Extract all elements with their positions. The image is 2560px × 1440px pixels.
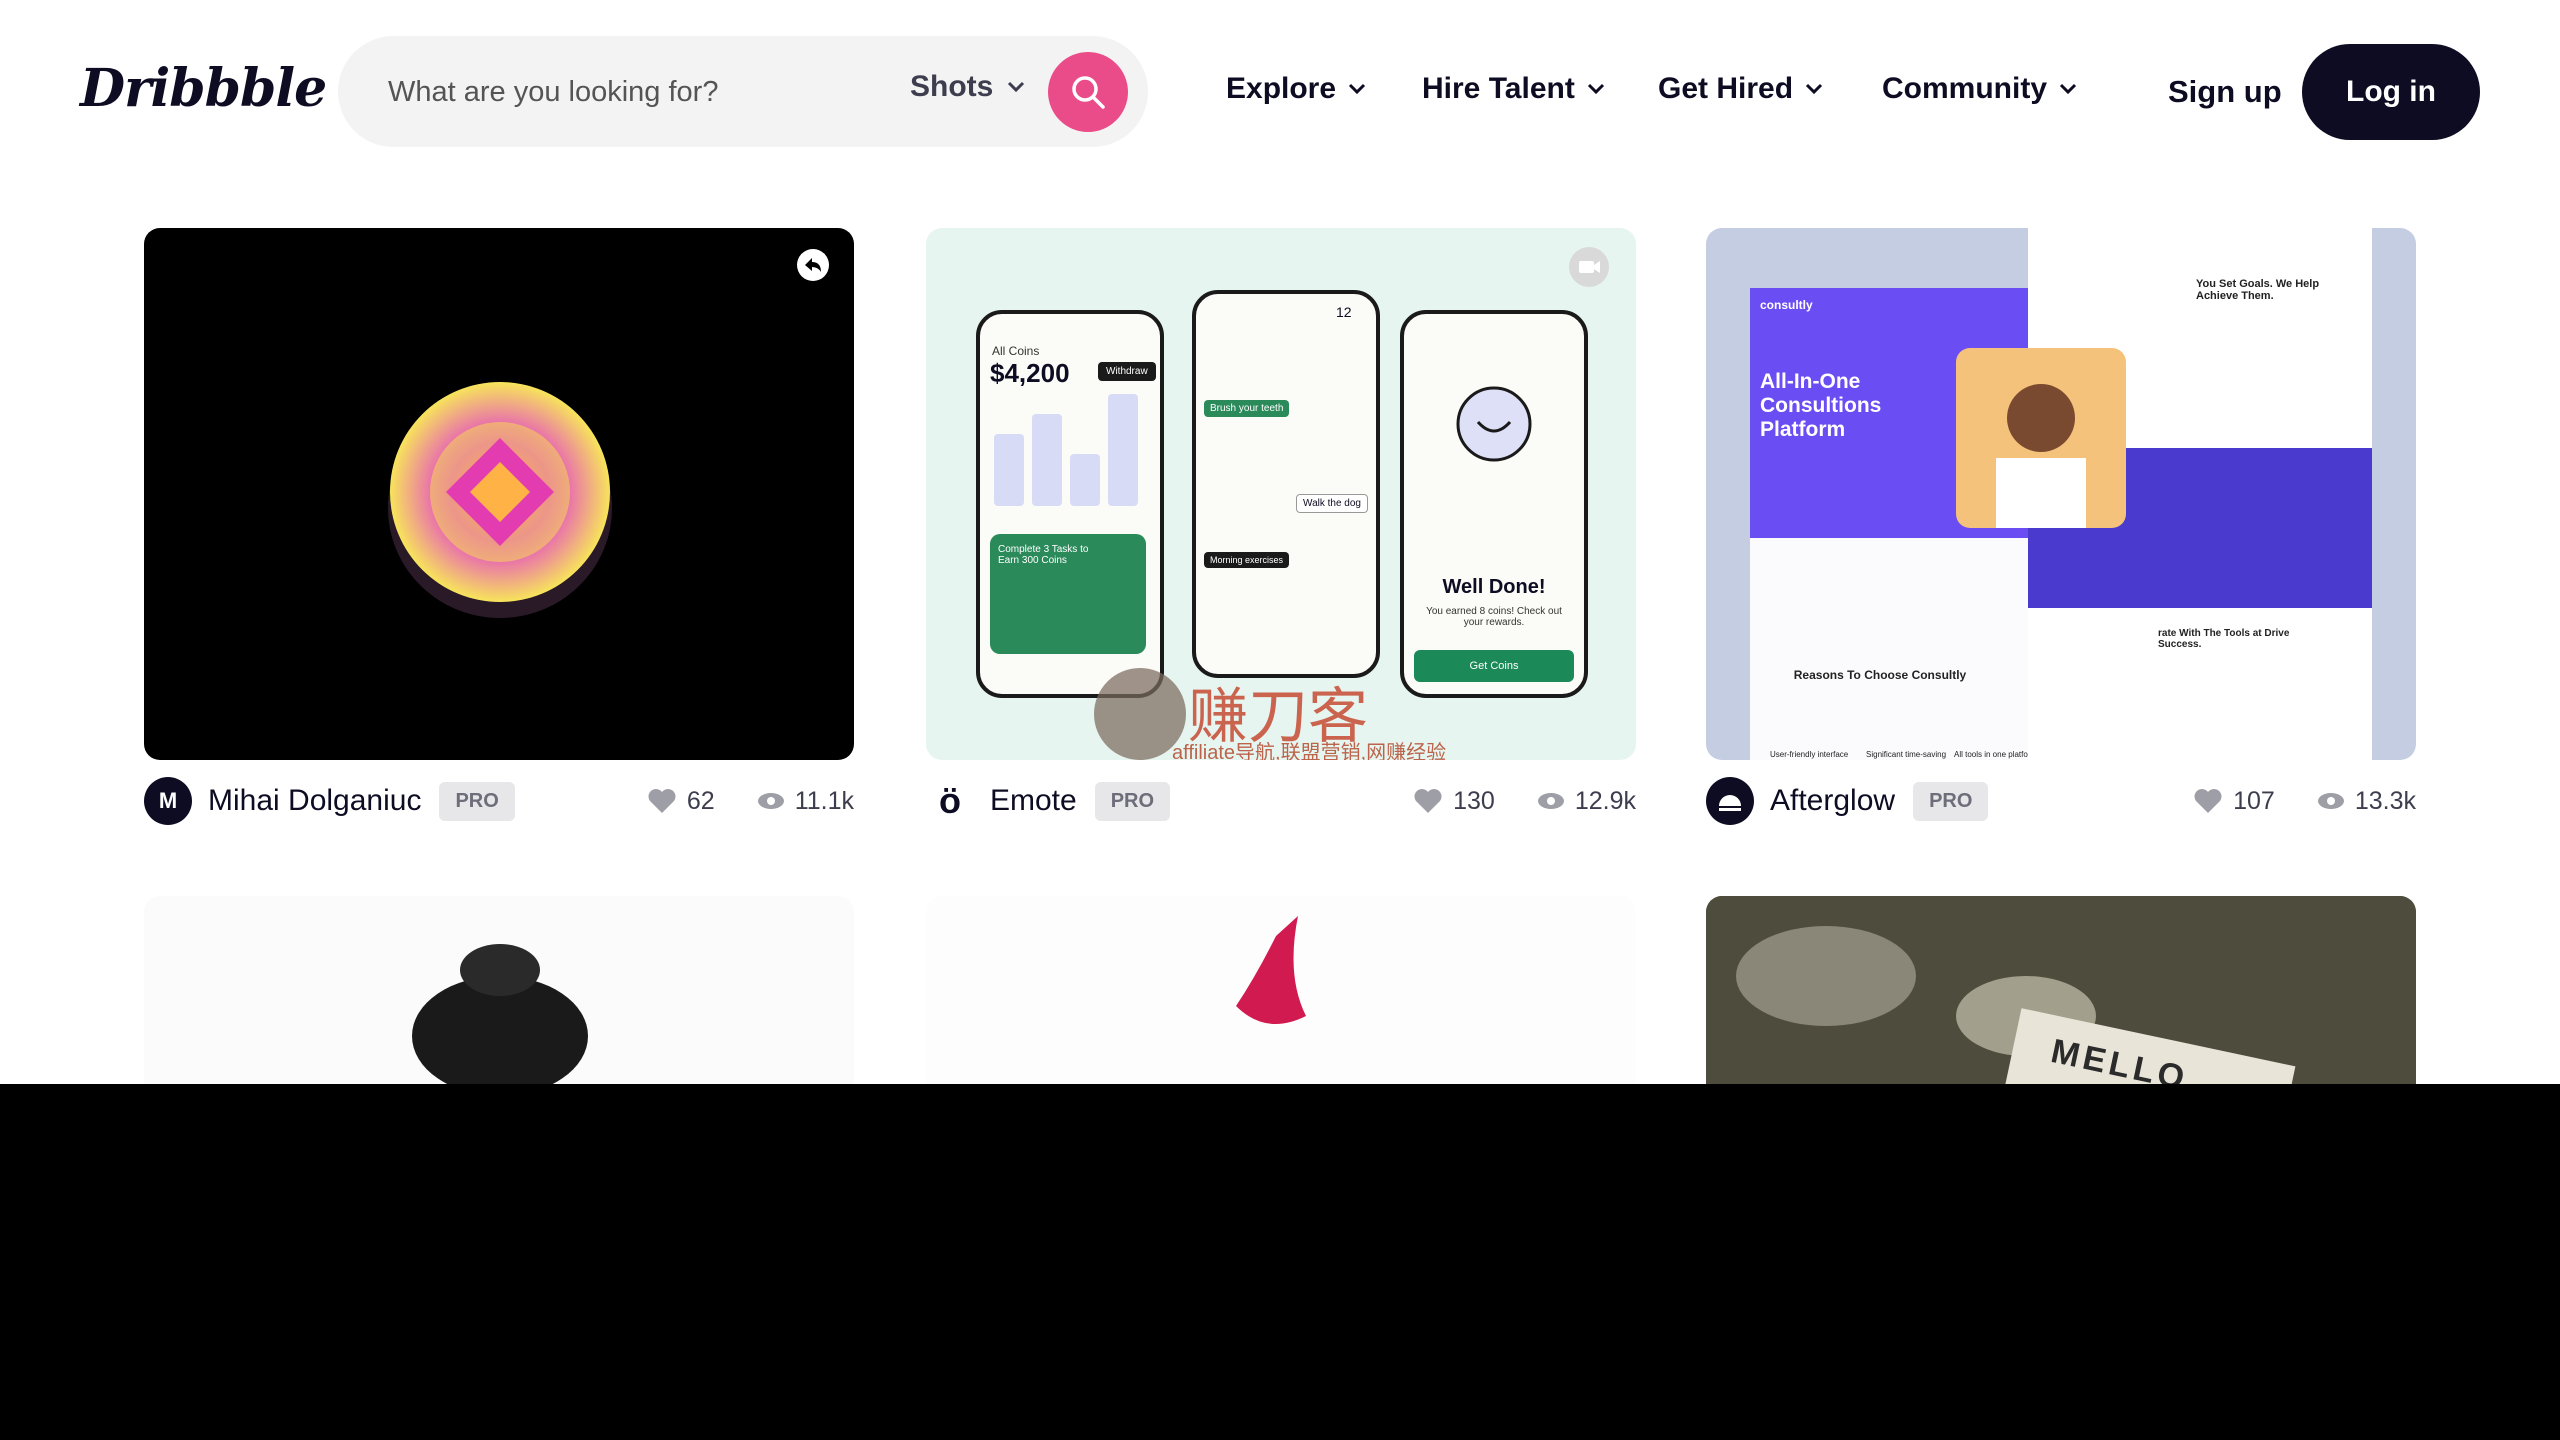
nav-explore-label: Explore [1226, 72, 1337, 105]
side-title: You Set Goals. We Help Achieve Them. [2196, 278, 2320, 302]
phone-success: Well Done! You earned 8 coins! Check out… [1400, 310, 1588, 698]
page: Dribbble Shots Explore Hire Talent Get H… [0, 0, 2560, 1084]
shot-meta-2: ö Emote PRO 130 12.9k [926, 776, 1636, 826]
chevron-down-icon [2059, 83, 2077, 95]
pro-badge: PRO [439, 781, 515, 821]
likes-count: 107 [2233, 786, 2275, 815]
heart-icon[interactable] [1413, 788, 1443, 814]
balance-label: All Coins [992, 344, 1040, 358]
dribbble-logo[interactable]: Dribbble [80, 58, 327, 119]
search-icon [1072, 76, 1105, 109]
consultly-headline: All-In-One Consultions Platform [1760, 370, 1882, 441]
video-icon [1569, 247, 1609, 287]
task-card-text: Complete 3 Tasks to Earn 300 Coins [998, 544, 1089, 566]
coin-character-icon [1456, 386, 1532, 462]
shot-4-artwork [412, 944, 588, 1084]
earned-text: You earned 8 coins! Check out your rewar… [1426, 606, 1562, 628]
shot-card-4[interactable] [144, 896, 854, 1084]
tools-text: rate With The Tools at Drive Success. [2158, 628, 2290, 650]
views-count: 12.9k [1574, 786, 1636, 815]
phone-tasks: 12 Brush your teeth Walk the dog Morning… [1192, 290, 1380, 678]
task-1: Brush your teeth [1204, 400, 1290, 417]
share-icon[interactable] [796, 248, 830, 282]
nav-hire-talent[interactable]: Hire Talent [1422, 72, 1605, 106]
shot-card-2[interactable]: All Coins $4,200 Withdraw Complete 3 Tas… [926, 228, 1636, 760]
watermark-subtitle: affiliate导航,联盟营销,网赚经验 [1172, 742, 1447, 760]
feature-3: All tools in one platform [1954, 750, 2038, 759]
streak-count: 12 [1336, 304, 1352, 320]
afterglow-logo-icon [1719, 795, 1741, 811]
sign-up-link[interactable]: Sign up [2168, 74, 2282, 110]
pro-badge: PRO [1094, 781, 1171, 821]
empty-viewport-area [0, 1084, 2560, 1440]
nav-get-hired[interactable]: Get Hired [1658, 72, 1823, 106]
eye-icon [1537, 793, 1564, 809]
chevron-down-icon [1805, 83, 1823, 95]
shot-stats: 62 11.1k [647, 787, 854, 816]
search-scope-dropdown[interactable]: Shots [910, 70, 1025, 104]
feature-2: Significant time-saving [1866, 750, 1947, 759]
shot-card-6[interactable]: MELLO [1706, 896, 2416, 1084]
views-count: 11.1k [794, 786, 854, 815]
chevron-down-icon [1587, 83, 1604, 95]
phone-coins: All Coins $4,200 Withdraw Complete 3 Tas… [976, 310, 1164, 698]
nav-get-hired-label: Get Hired [1658, 72, 1794, 105]
views-count: 13.3k [2354, 786, 2416, 815]
watermark: 赚刀客 affiliate导航,联盟营销,网赚经验 [1092, 666, 1492, 760]
shot-stats: 130 12.9k [1413, 787, 1636, 816]
nav-hire-talent-label: Hire Talent [1422, 72, 1575, 105]
task-3: Morning exercises [1204, 552, 1290, 568]
shot-card-3[interactable]: consultly All-In-One Consultions Platfor… [1706, 228, 2416, 760]
well-done-title: Well Done! [1442, 576, 1546, 598]
shot-meta-3: Afterglow PRO 107 13.3k [1706, 776, 2416, 826]
consultly-brand: consultly [1760, 298, 1813, 312]
heart-icon[interactable] [2193, 788, 2223, 814]
withdraw-button[interactable]: Withdraw [1098, 362, 1156, 381]
eye-icon [2317, 793, 2344, 809]
nav-community[interactable]: Community [1882, 72, 2077, 106]
person-photo [1956, 348, 2126, 528]
chevron-down-icon [1348, 83, 1366, 95]
shot-meta-1: M Mihai Dolganiuc PRO 62 11.1k [144, 776, 854, 826]
eye-icon [757, 793, 784, 809]
reasons-title: Reasons To Choose Consultly [1793, 668, 1967, 682]
avatar[interactable]: M [144, 777, 192, 825]
log-in-button[interactable]: Log in [2302, 44, 2480, 140]
nav-explore[interactable]: Explore [1226, 72, 1366, 106]
search-scope-label: Shots [910, 70, 994, 103]
nav-community-label: Community [1882, 72, 2047, 105]
avatar[interactable] [1706, 777, 1754, 825]
pro-badge: PRO [1913, 781, 1989, 821]
shot-1-artwork [388, 382, 612, 618]
task-2: Walk the dog [1296, 494, 1368, 513]
author-name[interactable]: Afterglow [1770, 784, 1895, 818]
shot-5-artwork [1236, 916, 1306, 1024]
author-name[interactable]: Emote [990, 784, 1077, 818]
heart-icon[interactable] [647, 788, 677, 814]
feature-1: User-friendly interface [1770, 750, 1849, 759]
shot-card-5[interactable] [926, 896, 1636, 1084]
shot-card-1[interactable] [144, 228, 854, 760]
shot-stats: 107 13.3k [2193, 787, 2416, 816]
search-input[interactable] [386, 66, 890, 118]
search-button[interactable] [1048, 52, 1128, 132]
avatar[interactable]: ö [926, 777, 974, 825]
likes-count: 62 [686, 786, 715, 815]
search-bar: Shots [338, 36, 1148, 147]
chevron-down-icon [1008, 81, 1025, 93]
likes-count: 130 [1453, 786, 1495, 815]
author-name[interactable]: Mihai Dolganiuc [208, 784, 421, 818]
balance-value: $4,200 [990, 358, 1070, 388]
